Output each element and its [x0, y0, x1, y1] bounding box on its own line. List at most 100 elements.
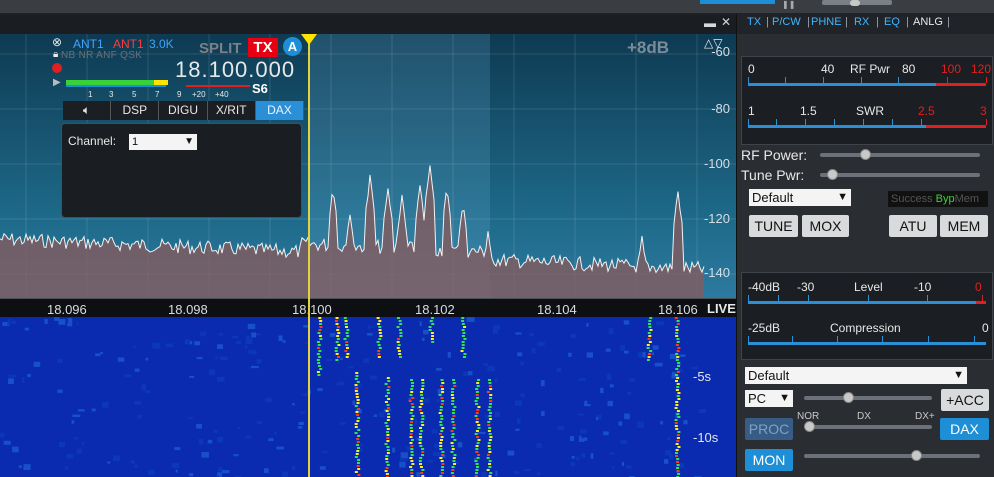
waterfall-signal	[462, 332, 466, 334]
tab-phne[interactable]: PHNE	[811, 16, 842, 28]
waterfall-signal	[386, 452, 390, 454]
tune-button[interactable]: TUNE	[749, 215, 798, 237]
waterfall-signal	[386, 434, 390, 436]
waterfall-noise	[531, 348, 536, 354]
waterfall-noise	[481, 471, 487, 477]
waterfall-noise	[71, 420, 75, 424]
waterfall-signal	[334, 350, 338, 352]
split-button[interactable]: SPLIT	[199, 40, 242, 57]
mox-button[interactable]: MOX	[802, 215, 849, 237]
proc-button[interactable]: PROC	[745, 418, 793, 440]
waterfall-signal	[452, 382, 456, 384]
waterfall-noise	[431, 429, 438, 434]
top-pause-icon[interactable]: ❚❚	[782, 0, 796, 9]
dax-channel-select[interactable]: 1 ▼	[129, 134, 197, 150]
mon-level-slider-knob[interactable]	[911, 450, 923, 461]
waterfall-signal	[461, 323, 465, 325]
rf-power-slider-track[interactable]	[820, 153, 980, 157]
waterfall-noise	[392, 447, 396, 453]
waterfall-noise	[291, 403, 295, 406]
rf-power-slider-knob[interactable]	[860, 149, 872, 160]
waterfall-noise	[198, 438, 204, 445]
waterfall-signal	[386, 464, 390, 466]
tab-rx[interactable]: RX	[854, 16, 869, 28]
waterfall-signal	[439, 439, 443, 441]
waterfall-noise	[577, 413, 585, 416]
waterfall-signal	[487, 445, 491, 447]
waterfall-signal	[648, 320, 652, 322]
applet-tab-bar: TX | P/CW | PHNE | RX | EQ | ANLG |	[737, 14, 994, 34]
waterfall-noise	[76, 448, 82, 454]
waterfall-noise	[414, 418, 417, 425]
tx-badge[interactable]: TX	[248, 38, 278, 57]
maximize-icon[interactable]: ▬	[704, 16, 716, 30]
waterfall-signal	[453, 454, 457, 456]
tab-pcw[interactable]: P/CW	[772, 16, 801, 28]
waterfall-signal	[377, 323, 381, 325]
slice-frequency-cursor[interactable]	[308, 34, 310, 477]
waterfall-signal	[477, 424, 481, 426]
waterfall-noise	[656, 321, 664, 326]
play-icon[interactable]: ▶	[53, 77, 61, 88]
waterfall-signal	[386, 389, 390, 391]
waterfall-signal	[357, 417, 361, 419]
waterfall-signal	[409, 466, 413, 468]
mic-level-slider-knob[interactable]	[842, 392, 854, 403]
tab-tx[interactable]: TX	[747, 16, 761, 28]
waterfall-signal	[475, 472, 479, 474]
waterfall-noise	[112, 455, 121, 461]
waterfall-signal	[438, 412, 442, 414]
waterfall-noise	[44, 319, 48, 324]
slice-letter-badge[interactable]: A	[283, 37, 302, 56]
mem-button[interactable]: MEM	[940, 215, 988, 237]
rf-tick: 40	[821, 62, 835, 76]
tab-anlg[interactable]: ANLG	[913, 16, 943, 28]
close-slice-icon[interactable]: ⊗	[52, 35, 62, 49]
top-slider-knob[interactable]	[850, 0, 860, 6]
dax-button[interactable]: DAX	[940, 418, 989, 440]
tab-dax[interactable]: DAX	[255, 101, 305, 120]
proc-slider-knob[interactable]	[804, 421, 815, 432]
tx-antenna[interactable]: ANT1	[113, 37, 144, 51]
waterfall[interactable]: -5s -10s	[0, 317, 736, 477]
mic-source-select[interactable]: PC ▼	[745, 390, 793, 407]
waterfall-signal	[677, 365, 681, 367]
tab-xrit[interactable]: X/RIT	[208, 101, 256, 120]
waterfall-signal	[451, 400, 455, 402]
waterfall-noise	[219, 356, 228, 361]
rx-antenna[interactable]: ANT1	[73, 37, 104, 51]
tab-dsp[interactable]: DSP	[111, 101, 160, 120]
waterfall-signal	[411, 463, 415, 465]
waterfall-noise	[434, 443, 439, 449]
record-icon[interactable]	[52, 63, 62, 73]
zoom-icons[interactable]: △▽	[704, 36, 722, 50]
acc-button[interactable]: +ACC	[941, 389, 989, 411]
frequency-axis[interactable]: 18.096 18.098 18.100 18.102 18.104 18.10…	[0, 298, 736, 317]
lock-icon[interactable]: 🔒︎	[53, 49, 58, 60]
waterfall-signal	[439, 457, 443, 459]
waterfall-signal	[399, 329, 403, 331]
waterfall-noise	[319, 466, 326, 470]
mon-button[interactable]: MON	[745, 449, 793, 471]
atu-button[interactable]: ATU	[889, 215, 937, 237]
waterfall-signal	[475, 391, 479, 393]
waterfall-signal	[461, 335, 465, 337]
waterfall-signal	[475, 421, 479, 423]
waterfall-signal	[476, 382, 480, 384]
audio-tab[interactable]: 🔈︎	[63, 101, 112, 120]
tune-power-slider-knob[interactable]	[827, 169, 839, 180]
waterfall-signal	[355, 393, 359, 395]
waterfall-signal	[441, 466, 445, 468]
close-icon[interactable]: ✕	[721, 15, 731, 29]
tune-power-slider-track[interactable]	[820, 173, 980, 177]
proc-slider-track[interactable]	[804, 425, 932, 429]
tab-digu[interactable]: DIGU	[159, 101, 208, 120]
tx-profile-select[interactable]: Default ▼	[749, 189, 851, 206]
slice-cursor-triangle-icon[interactable]	[301, 34, 317, 45]
waterfall-signal	[440, 460, 444, 462]
filter-bandwidth[interactable]: 3.0K	[149, 37, 174, 51]
mon-level-slider-track[interactable]	[804, 454, 980, 458]
tab-eq[interactable]: EQ	[884, 16, 900, 28]
mic-level-slider-track[interactable]	[804, 396, 932, 400]
mic-profile-select[interactable]: Default ▼	[745, 367, 967, 384]
